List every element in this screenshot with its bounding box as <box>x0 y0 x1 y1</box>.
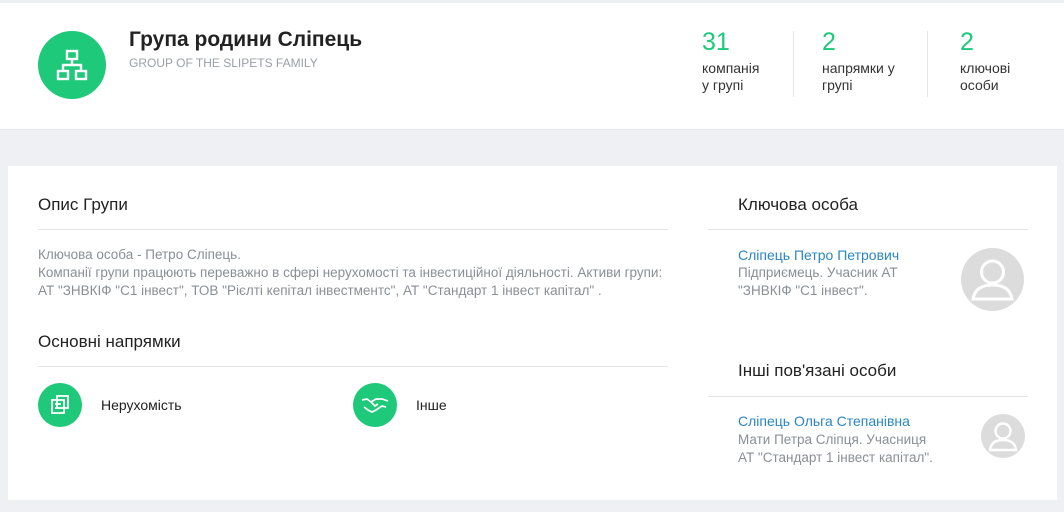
description-heading: Опис Групи <box>38 195 128 214</box>
org-structure-icon <box>38 31 106 99</box>
group-details-card: Опис Групи Ключова особа - Петро Сліпець… <box>8 166 1057 500</box>
stat-divider <box>793 31 794 97</box>
stat-key-persons: 2 ключові особи <box>960 27 1010 97</box>
stat-label: компанія у групі <box>702 60 760 93</box>
stat-label: ключові особи <box>960 60 1011 93</box>
group-description: Ключова особа - Петро Сліпець. Компанії … <box>38 246 668 300</box>
handshake-icon <box>353 383 397 427</box>
key-person-description: Підприємець. Учасник АТ "ЗНВКІФ "С1 інве… <box>738 265 898 298</box>
related-persons-heading: Інші пов'язані особи <box>738 361 897 380</box>
stat-value: 2 <box>960 28 974 56</box>
stat-directions: 2 напрямки у групі <box>822 27 895 97</box>
directions-heading: Основні напрямки <box>38 332 181 351</box>
direction-real-estate[interactable]: Нерухомість <box>38 383 182 427</box>
divider <box>708 229 1028 230</box>
building-plan-icon <box>38 383 82 427</box>
direction-label: Нерухомість <box>101 397 182 413</box>
divider <box>38 229 668 230</box>
stat-divider <box>927 31 928 97</box>
key-person-heading: Ключова особа <box>738 195 858 214</box>
stat-value: 2 <box>822 28 836 56</box>
avatar-placeholder-icon <box>981 414 1025 458</box>
direction-label: Інше <box>416 397 447 413</box>
stat-value: 31 <box>702 28 730 56</box>
related-person-description: Мати Петра Сліпця. Учасниця АТ "Стандарт… <box>738 432 933 465</box>
key-person-name-link[interactable]: Сліпець Петро Петрович <box>738 247 899 263</box>
avatar-placeholder-icon <box>961 248 1024 311</box>
divider <box>708 396 1028 397</box>
stat-companies: 31 компанія у групі <box>702 27 759 97</box>
related-person-name-link[interactable]: Сліпець Ольга Степанівна <box>738 413 910 429</box>
direction-other[interactable]: Інше <box>353 383 447 427</box>
group-header: Група родини Сліпець GROUP OF THE SLIPET… <box>0 0 1064 130</box>
divider <box>38 366 668 367</box>
description-line: Ключова особа - Петро Сліпець. <box>38 247 241 262</box>
description-line: Компанії групи працюють переважно в сфер… <box>38 265 663 298</box>
group-subtitle: GROUP OF THE SLIPETS FAMILY <box>129 56 318 70</box>
group-title: Група родини Сліпець <box>129 28 363 51</box>
stat-label: напрямки у групі <box>822 60 895 93</box>
